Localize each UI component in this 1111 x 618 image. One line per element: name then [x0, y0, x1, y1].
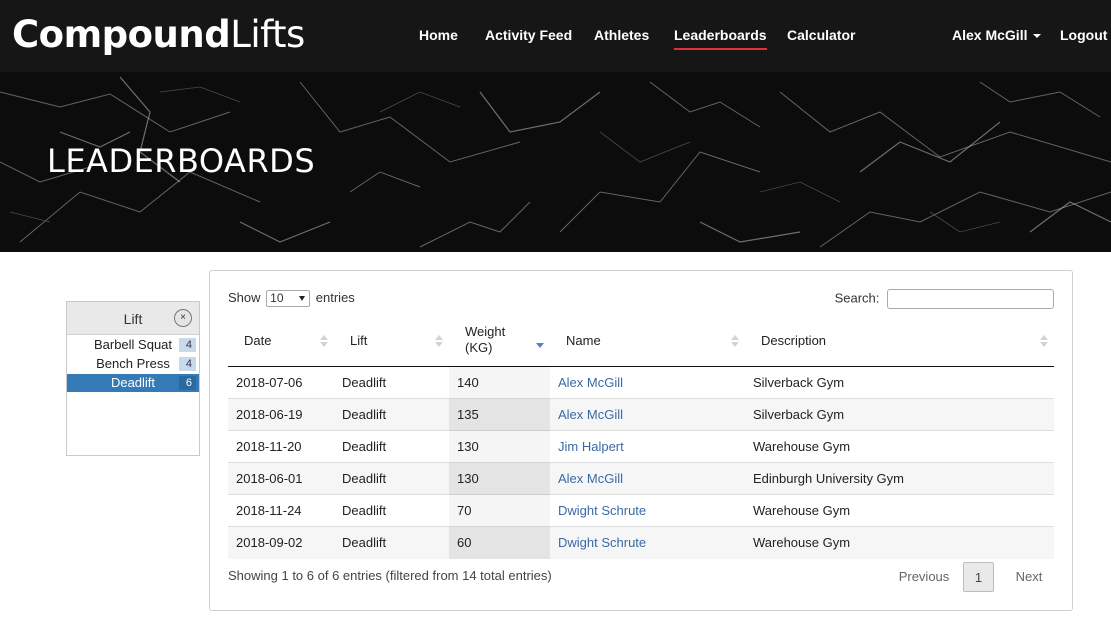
column-header-lift[interactable]: Lift: [334, 318, 449, 367]
cell-description: Warehouse Gym: [753, 503, 851, 518]
cell-weight: 140: [449, 367, 550, 399]
leaderboard-table: Date Lift Weight (KG) Name Description 2…: [228, 318, 1054, 559]
search-input[interactable]: [887, 289, 1054, 309]
table-row: 2018-06-19 Deadlift 135 Alex McGill Silv…: [228, 399, 1054, 431]
athlete-name-link[interactable]: Dwight Schrute: [558, 495, 646, 527]
table-row: 2018-11-20 Deadlift 130 Jim Halpert Ware…: [228, 431, 1054, 463]
caret-down-icon: [1033, 34, 1042, 39]
nav-athletes-link[interactable]: Athletes: [594, 27, 649, 43]
cell-date: 2018-11-24: [236, 503, 302, 518]
show-entries-control: Show 10 entries: [228, 290, 355, 308]
sort-icon: [320, 335, 328, 349]
nav-home-link[interactable]: Home: [419, 27, 458, 43]
cell-lift: Deadlift: [342, 471, 387, 486]
top-navbar: CompoundLifts Home Activity Feed Athlete…: [0, 0, 1111, 72]
table-row: 2018-09-02 Deadlift 60 Dwight Schrute Wa…: [228, 527, 1054, 559]
nav-calculator-link[interactable]: Calculator: [787, 27, 855, 43]
hero-banner: LEADERBOARDS: [0, 72, 1111, 252]
nav-links: Home Activity Feed Athletes Leaderboards…: [0, 0, 1111, 72]
cell-description: Warehouse Gym: [753, 535, 851, 550]
cell-weight: 130: [449, 431, 550, 463]
table-row: 2018-06-01 Deadlift 130 Alex McGill Edin…: [228, 463, 1054, 495]
cell-description: Edinburgh University Gym: [753, 471, 904, 486]
logout-link[interactable]: Logout: [1060, 27, 1107, 43]
next-page-button[interactable]: Next: [1004, 562, 1054, 592]
cell-lift: Deadlift: [342, 375, 387, 390]
search-label: Search:: [834, 290, 880, 306]
athlete-name-link[interactable]: Alex McGill: [558, 399, 623, 431]
page-size-select[interactable]: 10: [266, 290, 311, 308]
pagination: Previous 1 Next: [894, 562, 1054, 592]
column-header-date[interactable]: Date: [228, 318, 334, 367]
cell-weight: 70: [449, 495, 550, 527]
filter-item-barbell-squat[interactable]: Barbell Squat 4: [67, 336, 199, 354]
filter-item-count: 6: [179, 376, 196, 390]
cell-description: Warehouse Gym: [753, 439, 851, 454]
sort-icon: [1040, 335, 1048, 349]
filter-item-label: Bench Press: [96, 356, 170, 371]
leaderboard-card: Show 10 entries Search: Date Lift Weight…: [209, 270, 1073, 611]
table-body: 2018-07-06 Deadlift 140 Alex McGill Silv…: [228, 367, 1054, 559]
athlete-name-link[interactable]: Dwight Schrute: [558, 527, 646, 559]
filter-item-count: 4: [179, 338, 196, 352]
page-title: LEADERBOARDS: [47, 142, 316, 180]
sort-icon: [731, 335, 739, 349]
cell-lift: Deadlift: [342, 535, 387, 550]
table-info: Showing 1 to 6 of 6 entries (filtered fr…: [228, 568, 552, 583]
user-menu-label: Alex McGill: [952, 27, 1028, 43]
cell-date: 2018-06-19: [236, 407, 303, 422]
nav-activity-feed-link[interactable]: Activity Feed: [485, 27, 572, 43]
column-header-label: Weight (KG): [465, 324, 506, 355]
clear-filter-icon[interactable]: ×: [174, 309, 192, 327]
page-1-button[interactable]: 1: [963, 562, 994, 592]
column-header-label: Date: [244, 333, 272, 348]
cell-lift: Deadlift: [342, 407, 387, 422]
column-header-description[interactable]: Description: [745, 318, 1054, 367]
column-header-name[interactable]: Name: [550, 318, 745, 367]
cell-lift: Deadlift: [342, 439, 387, 454]
cell-description: Silverback Gym: [753, 375, 845, 390]
athlete-name-link[interactable]: Alex McGill: [558, 463, 623, 495]
cell-weight: 135: [449, 399, 550, 431]
cell-weight: 130: [449, 463, 550, 495]
filter-item-count: 4: [179, 357, 196, 371]
cell-date: 2018-07-06: [236, 375, 303, 390]
page-size-value: 10: [270, 291, 284, 306]
filter-item-label: Barbell Squat: [93, 337, 173, 352]
cell-date: 2018-06-01: [236, 471, 303, 486]
column-header-label: Lift: [350, 333, 368, 348]
cell-weight: 60: [449, 527, 550, 559]
dropdown-arrow-icon: [299, 296, 306, 302]
filter-header: Lift ×: [67, 302, 199, 335]
cell-date: 2018-11-20: [236, 439, 302, 454]
sort-icon: [435, 335, 443, 349]
athlete-name-link[interactable]: Jim Halpert: [558, 431, 624, 463]
cell-lift: Deadlift: [342, 503, 387, 518]
filter-item-label: Deadlift: [110, 375, 156, 390]
column-header-label: Name: [566, 333, 601, 348]
filter-item-bench-press[interactable]: Bench Press 4: [67, 355, 199, 373]
search-control: Search:: [835, 289, 1054, 309]
entries-label: entries: [315, 290, 355, 305]
table-row: 2018-07-06 Deadlift 140 Alex McGill Silv…: [228, 367, 1054, 399]
lift-filter-panel: Lift × Barbell Squat 4 Bench Press 4 Dea…: [66, 301, 200, 456]
nav-leaderboards-link[interactable]: Leaderboards: [674, 27, 767, 50]
column-header-label: Description: [761, 333, 827, 348]
column-header-weight[interactable]: Weight (KG): [449, 318, 550, 367]
table-header: Date Lift Weight (KG) Name Description: [228, 318, 1054, 367]
table-row: 2018-11-24 Deadlift 70 Dwight Schrute Wa…: [228, 495, 1054, 527]
sort-desc-icon: [536, 335, 544, 349]
previous-page-button[interactable]: Previous: [894, 562, 954, 592]
cell-date: 2018-09-02: [236, 535, 303, 550]
filter-item-deadlift[interactable]: Deadlift 6: [67, 374, 199, 392]
user-menu-dropdown[interactable]: Alex McGill: [952, 27, 1042, 43]
athlete-name-link[interactable]: Alex McGill: [558, 367, 623, 399]
show-label: Show: [228, 290, 261, 305]
cell-description: Silverback Gym: [753, 407, 845, 422]
